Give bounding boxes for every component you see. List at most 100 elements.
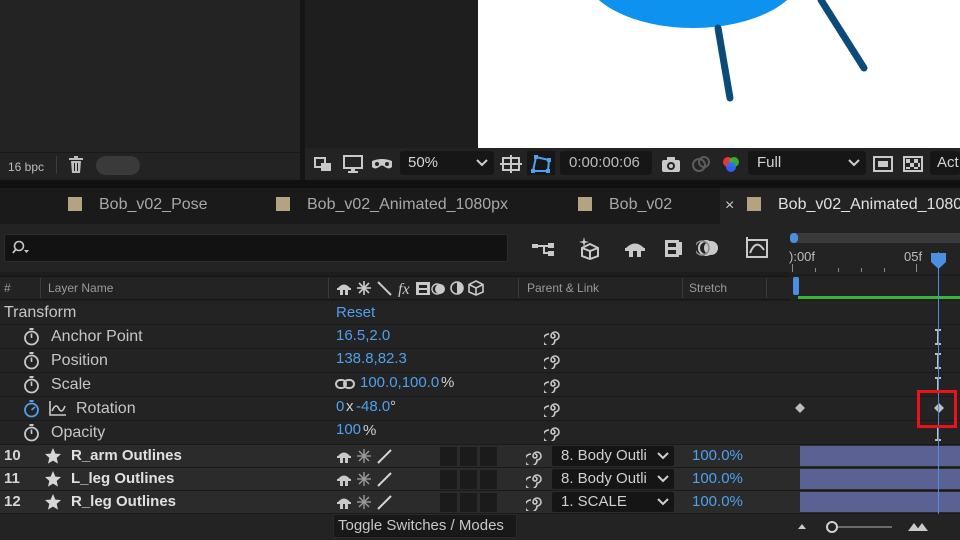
after-effects-window: 16 bpc 50% 0:00:00:06 Full Act Bob_v02_P… <box>0 0 960 540</box>
rotation-revolutions-value[interactable]: 0 <box>336 398 344 415</box>
opacity-value[interactable]: 100 <box>336 421 361 438</box>
shy-layers-icon[interactable] <box>622 236 648 260</box>
svg-text:fx: fx <box>398 281 410 297</box>
chevron-down-icon <box>476 159 488 167</box>
tab-bob-v02-pose[interactable]: Bob_v02_Pose <box>99 196 208 214</box>
stopwatch-active-icon[interactable] <box>23 399 40 418</box>
anchor-point-label: Anchor Point <box>51 328 143 345</box>
work-area-in-marker[interactable] <box>793 277 799 295</box>
stopwatch-icon[interactable] <box>23 423 40 442</box>
current-time-indicator[interactable] <box>930 252 947 270</box>
star-icon <box>45 471 61 487</box>
show-snapshot-icon[interactable] <box>690 153 712 175</box>
constrain-proportions-icon[interactable] <box>335 378 355 390</box>
comp-color-swatch <box>747 197 761 211</box>
pick-whip-icon[interactable] <box>526 447 544 465</box>
tab-bob-v02[interactable]: Bob_v02 <box>609 196 672 214</box>
rotation-label: Rotation <box>76 400 136 417</box>
zoom-value: 50% <box>408 154 439 171</box>
switches-header-icons[interactable]: fx <box>336 279 504 297</box>
rotation-degrees-value[interactable]: -48.0 <box>356 398 390 415</box>
comp-color-swatch <box>68 197 82 211</box>
header-parent-link: Parent & Link <box>527 281 600 295</box>
header-layer-name[interactable]: Layer Name <box>48 281 113 295</box>
header-divider <box>766 278 767 298</box>
view-value: Act <box>937 154 959 171</box>
timecode-value: 0:00:00:06 <box>569 154 640 171</box>
work-area-bar[interactable] <box>790 233 960 243</box>
divider <box>56 156 57 174</box>
draft-3d-icon[interactable] <box>577 236 603 260</box>
comp-color-swatch <box>276 197 290 211</box>
keyframe-icon[interactable] <box>794 402 806 414</box>
pick-whip-icon[interactable] <box>544 423 562 441</box>
layer-duration-bar[interactable] <box>800 492 960 512</box>
tab-close-icon[interactable]: × <box>725 197 734 215</box>
camera-icon[interactable] <box>660 153 682 175</box>
transparency-grid-icon[interactable] <box>902 153 924 175</box>
search-icon[interactable] <box>12 240 30 256</box>
pick-whip-icon[interactable] <box>544 327 562 345</box>
layer-duration-bar[interactable] <box>800 446 960 466</box>
layer-name[interactable]: R_leg Outlines <box>71 493 176 510</box>
pick-whip-icon[interactable] <box>526 493 544 511</box>
stretch-value[interactable]: 100.0% <box>692 470 743 487</box>
grid-guides-icon[interactable] <box>500 153 522 175</box>
pick-whip-icon[interactable] <box>544 399 562 417</box>
motion-blur-icon[interactable] <box>696 236 722 260</box>
opacity-row[interactable] <box>0 421 790 445</box>
stopwatch-icon[interactable] <box>23 327 40 346</box>
frame-blending-icon[interactable] <box>660 236 686 260</box>
vr-glasses-icon[interactable] <box>371 153 393 175</box>
position-label: Position <box>51 352 108 369</box>
ruler-tick <box>815 268 816 272</box>
graph-editor-icon[interactable] <box>744 236 770 260</box>
layer-search-input[interactable] <box>4 234 508 262</box>
layer-switches[interactable] <box>336 447 506 513</box>
bit-depth-button[interactable]: 16 bpc <box>8 160 44 174</box>
layer-name[interactable]: R_arm Outlines <box>71 447 182 464</box>
ruler-tick <box>884 268 885 272</box>
track-row <box>790 301 960 325</box>
stretch-value[interactable]: 100.0% <box>692 493 743 510</box>
pick-whip-icon[interactable] <box>544 375 562 393</box>
rotation-deg-unit: ° <box>390 398 396 415</box>
ruler-tick <box>838 268 839 272</box>
comp-mini-flowchart-icon[interactable] <box>530 236 556 260</box>
ruler-start-label: ):00f <box>789 249 816 264</box>
trash-icon[interactable] <box>68 156 84 174</box>
header-stretch: Stretch <box>689 281 728 295</box>
scroll-thumb[interactable] <box>96 156 140 175</box>
chevron-down-icon <box>657 498 669 506</box>
stopwatch-icon[interactable] <box>23 375 40 394</box>
opacity-unit: % <box>363 422 377 439</box>
star-icon <box>45 494 61 510</box>
mask-path-icon[interactable] <box>530 153 552 175</box>
work-area-start-handle[interactable] <box>790 233 798 243</box>
region-of-interest-icon[interactable] <box>872 153 894 175</box>
graph-icon[interactable] <box>49 400 67 416</box>
project-panel-footer <box>0 152 300 180</box>
stretch-value[interactable]: 100.0% <box>692 447 743 464</box>
layer-number: 11 <box>4 470 20 487</box>
tab-bob-v02-animated-1080p[interactable]: Bob_v02_Animated_1080p <box>778 196 960 214</box>
layer-name[interactable]: L_leg Outlines <box>71 470 174 487</box>
tab-bob-v02-animated-1080px[interactable]: Bob_v02_Animated_1080px <box>307 196 508 214</box>
transform-group-row[interactable] <box>0 301 790 325</box>
layer-duration-bar[interactable] <box>800 469 960 489</box>
composition-canvas[interactable] <box>478 0 960 148</box>
pick-whip-icon[interactable] <box>526 470 544 488</box>
transform-reset-link[interactable]: Reset <box>336 304 375 321</box>
color-channels-icon[interactable] <box>720 153 742 175</box>
anchor-point-value[interactable]: 16.5,2.0 <box>336 327 390 344</box>
position-value[interactable]: 138.8,82.3 <box>336 350 407 367</box>
pick-whip-icon[interactable] <box>544 351 562 369</box>
preview-icon[interactable] <box>313 153 335 175</box>
current-time-indicator-line <box>938 252 939 514</box>
ruler-tick <box>861 268 862 272</box>
stopwatch-icon[interactable] <box>23 351 40 370</box>
zoom-slider[interactable] <box>796 518 946 536</box>
keyframe-highlight-box <box>917 390 957 428</box>
scale-value[interactable]: 100.0,100.0 <box>360 374 439 391</box>
monitor-icon[interactable] <box>342 153 364 175</box>
